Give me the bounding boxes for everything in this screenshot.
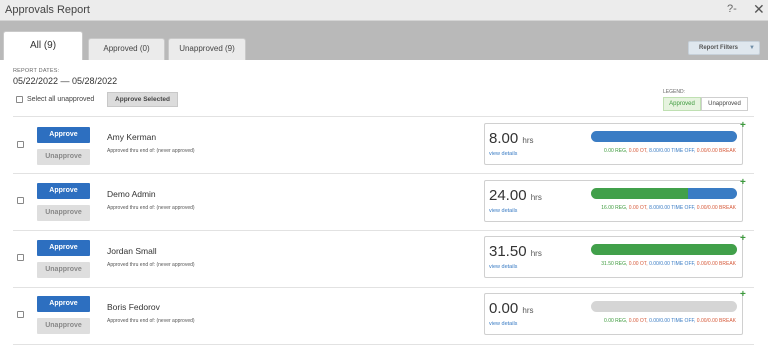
report-filters-label: Report Filters	[699, 45, 739, 51]
view-details-link[interactable]: view details	[489, 208, 517, 214]
total-hours: 8.00 hrs	[489, 130, 534, 147]
reg-hours: 0.00 REG,	[604, 148, 628, 154]
break-hours: 0.00/0.00 BREAK	[696, 318, 736, 324]
unapprove-button[interactable]: Unapprove	[37, 149, 90, 165]
title-bar: Approvals Report ?- ✕	[0, 0, 768, 21]
view-details-link[interactable]: view details	[489, 151, 517, 157]
window-title: Approvals Report	[5, 4, 90, 16]
plus-icon[interactable]: +	[740, 233, 746, 244]
hours-card: 24.00 hrs view details 16.00 REG, 0.00 O…	[484, 180, 743, 222]
hours-card: 0.00 hrs view details 0.00 REG, 0.00 OT,…	[484, 293, 743, 335]
employee-name: Amy Kerman	[107, 132, 157, 142]
reg-hours: 16.00 REG,	[601, 205, 628, 211]
legend-approved: Approved	[663, 97, 701, 111]
hours-value: 8.00	[489, 130, 519, 147]
employee-name: Demo Admin	[107, 189, 156, 199]
row-checkbox[interactable]	[17, 197, 24, 204]
timeoff-hours: 0.00/0.00 TIME OFF,	[649, 318, 696, 324]
break-hours: 0.00/0.00 BREAK	[696, 205, 736, 211]
hours-unit: hrs	[522, 136, 534, 145]
approve-button[interactable]: Approve	[37, 183, 90, 199]
select-all-label: Select all unapproved	[27, 96, 95, 103]
plus-icon[interactable]: +	[740, 177, 746, 188]
tab-unapproved[interactable]: Unapproved (9)	[168, 38, 246, 60]
hours-unit: hrs	[530, 193, 542, 202]
hours-value: 31.50	[489, 243, 527, 260]
legend-title: LEGEND:	[663, 89, 685, 95]
total-hours: 24.00 hrs	[489, 187, 542, 204]
employee-name: Jordan Small	[107, 246, 157, 256]
unapprove-button[interactable]: Unapprove	[37, 318, 90, 334]
plus-icon[interactable]: +	[740, 289, 746, 300]
reg-hours: 0.00 REG,	[604, 318, 628, 324]
ot-hours: 0.00 OT,	[628, 261, 648, 267]
hours-breakdown: 0.00 REG, 0.00 OT, 0.00/0.00 TIME OFF, 0…	[604, 318, 736, 324]
approve-selected-button[interactable]: Approve Selected	[107, 92, 178, 107]
hours-bar	[591, 131, 737, 142]
legend-unapproved: Unapproved	[701, 97, 748, 111]
hours-card: 31.50 hrs view details 31.50 REG, 0.00 O…	[484, 236, 743, 278]
hours-bar	[591, 244, 737, 255]
reg-segment	[591, 244, 737, 255]
approved-thru-text: Approved thru end of: (never approved)	[107, 318, 195, 324]
hours-breakdown: 31.50 REG, 0.00 OT, 0.00/0.00 TIME OFF, …	[601, 261, 736, 267]
select-all-checkbox[interactable]	[16, 96, 23, 103]
timeoff-hours: 8.00/0.00 TIME OFF,	[649, 205, 696, 211]
row-divider	[13, 116, 754, 117]
tab-approved[interactable]: Approved (0)	[88, 38, 165, 60]
chevron-down-icon: ▼	[749, 45, 755, 51]
hours-breakdown: 16.00 REG, 0.00 OT, 8.00/0.00 TIME OFF, …	[601, 205, 736, 211]
view-details-link[interactable]: view details	[489, 264, 517, 270]
row-divider	[13, 344, 754, 345]
hours-value: 24.00	[489, 187, 527, 204]
help-icon[interactable]: ?-	[727, 3, 737, 15]
ot-hours: 0.00 OT,	[628, 205, 648, 211]
reg-hours: 31.50 REG,	[601, 261, 628, 267]
plus-icon[interactable]: +	[740, 120, 746, 131]
hours-bar	[591, 188, 737, 199]
row-checkbox[interactable]	[17, 311, 24, 318]
hours-unit: hrs	[530, 249, 542, 258]
view-details-link[interactable]: view details	[489, 321, 517, 327]
row-divider	[13, 287, 754, 288]
break-hours: 0.00/0.00 BREAK	[696, 148, 736, 154]
report-filters-button[interactable]: Report Filters ▼	[688, 41, 760, 55]
total-hours: 0.00 hrs	[489, 300, 534, 317]
unapprove-button[interactable]: Unapprove	[37, 262, 90, 278]
ot-hours: 0.00 OT,	[628, 318, 648, 324]
row-divider	[13, 230, 754, 231]
report-dates-label: REPORT DATES:	[13, 68, 60, 74]
timeoff-segment	[688, 188, 737, 199]
total-hours: 31.50 hrs	[489, 243, 542, 260]
hours-card: 8.00 hrs view details 0.00 REG, 0.00 OT,…	[484, 123, 743, 165]
row-checkbox[interactable]	[17, 254, 24, 261]
row-divider	[13, 173, 754, 174]
row-checkbox[interactable]	[17, 141, 24, 148]
unapprove-button[interactable]: Unapprove	[37, 205, 90, 221]
break-hours: 0.00/0.00 BREAK	[696, 261, 736, 267]
hours-bar	[591, 301, 737, 312]
timeoff-hours: 0.00/0.00 TIME OFF,	[649, 261, 696, 267]
employee-name: Boris Fedorov	[107, 302, 160, 312]
close-icon[interactable]: ✕	[753, 1, 765, 18]
timeoff-segment	[591, 131, 737, 142]
tab-band: All (9) Approved (0) Unapproved (9) Repo…	[0, 21, 768, 60]
approved-thru-text: Approved thru end of: (never approved)	[107, 148, 195, 154]
approved-thru-text: Approved thru end of: (never approved)	[107, 205, 195, 211]
approve-button[interactable]: Approve	[37, 296, 90, 312]
hours-value: 0.00	[489, 300, 519, 317]
hours-breakdown: 0.00 REG, 0.00 OT, 8.00/0.00 TIME OFF, 0…	[604, 148, 736, 154]
hours-unit: hrs	[522, 306, 534, 315]
approve-button[interactable]: Approve	[37, 127, 90, 143]
timeoff-hours: 8.00/0.00 TIME OFF,	[649, 148, 696, 154]
ot-hours: 0.00 OT,	[628, 148, 648, 154]
tab-all[interactable]: All (9)	[3, 31, 83, 60]
report-dates-value: 05/22/2022 — 05/28/2022	[13, 76, 118, 86]
reg-segment	[591, 188, 688, 199]
approved-thru-text: Approved thru end of: (never approved)	[107, 262, 195, 268]
approve-button[interactable]: Approve	[37, 240, 90, 256]
